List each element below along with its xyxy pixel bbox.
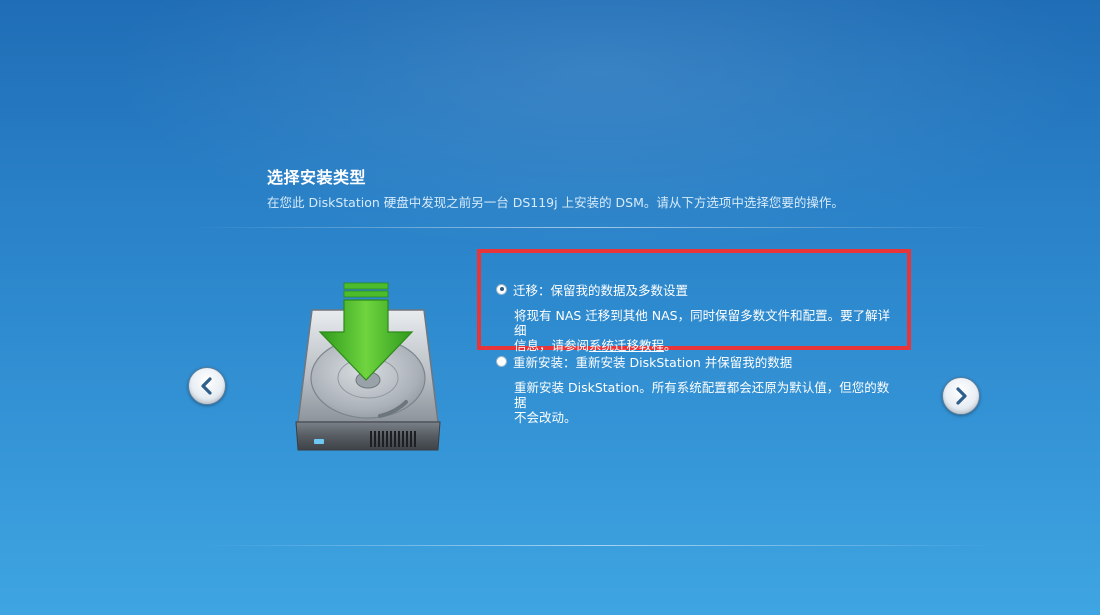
page-subtitle: 在您此 DiskStation 硬盘中发现之前另一台 DS119j 上安装的 D… — [267, 195, 844, 210]
radio-migrate[interactable] — [496, 283, 507, 295]
chevron-left-icon — [201, 377, 212, 395]
next-button[interactable] — [942, 377, 980, 415]
page-title: 选择安装类型 — [267, 168, 367, 187]
hard-drive-download-icon — [295, 282, 441, 451]
option-reinstall-description: 重新安装 DiskStation。所有系统配置都会还原为默认值，但您的数据 不会… — [514, 380, 896, 425]
option-reinstall-label: 重新安装：重新安装 DiskStation 并保留我的数据 — [513, 354, 793, 370]
top-divider — [190, 227, 990, 228]
option-migrate-description: 将现有 NAS 迁移到其他 NAS，同时保留多数文件和配置。要了解详细 信息，请… — [514, 308, 896, 353]
bottom-divider — [200, 545, 1000, 546]
chevron-right-icon — [956, 387, 967, 405]
option-migrate-desc-line1: 将现有 NAS 迁移到其他 NAS，同时保留多数文件和配置。要了解详细 — [514, 308, 891, 338]
radio-reinstall[interactable] — [496, 355, 507, 367]
option-reinstall-desc-line1: 重新安装 DiskStation。所有系统配置都会还原为默认值，但您的数据 — [514, 380, 890, 410]
option-migrate[interactable]: 迁移：保留我的数据及多数设置 将现有 NAS 迁移到其他 NAS，同时保留多数文… — [496, 281, 896, 353]
option-migrate-label: 迁移：保留我的数据及多数设置 — [513, 282, 689, 298]
previous-button[interactable] — [188, 367, 226, 405]
option-reinstall-desc-line2: 不会改动。 — [514, 410, 577, 425]
option-reinstall[interactable]: 重新安装：重新安装 DiskStation 并保留我的数据 重新安装 DiskS… — [496, 353, 896, 425]
